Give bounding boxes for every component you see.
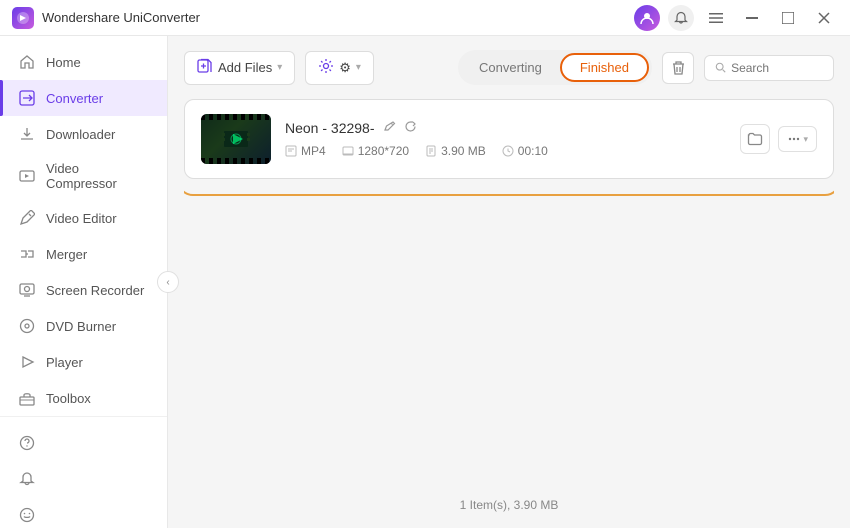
title-bar: Wondershare UniConverter (0, 0, 850, 36)
settings-label: ⚙ (339, 60, 351, 76)
sidebar-item-player[interactable]: Player (0, 344, 167, 380)
sidebar-item-converter-label: Converter (46, 91, 103, 106)
sidebar-item-toolbox[interactable]: Toolbox (0, 380, 167, 416)
sidebar-item-notification[interactable] (0, 461, 167, 497)
file-resolution: 1280*720 (358, 144, 409, 158)
file-duration: 00:10 (518, 144, 548, 158)
sidebar-item-video-editor-label: Video Editor (46, 211, 117, 226)
settings-icon (318, 58, 334, 78)
tab-finished[interactable]: Finished (560, 53, 649, 82)
toolbox-icon (18, 389, 36, 407)
video-compressor-icon (18, 167, 36, 185)
size-meta: 3.90 MB (425, 144, 486, 158)
duration-meta: 00:10 (502, 144, 548, 158)
add-files-dropdown-icon: ▾ (277, 62, 282, 73)
file-format: MP4 (301, 144, 326, 158)
add-files-button[interactable]: Add Files ▾ (184, 51, 295, 85)
dvd-burner-icon (18, 317, 36, 335)
downloader-icon (18, 125, 36, 143)
more-actions-button[interactable]: ▾ (778, 126, 817, 152)
refresh-icon[interactable] (404, 120, 417, 136)
converter-icon (18, 89, 36, 107)
notification-bell-icon (18, 470, 36, 488)
file-name: Neon - 32298- (285, 120, 375, 136)
merger-icon (18, 245, 36, 263)
collapse-sidebar-button[interactable]: ‹ (157, 271, 179, 293)
app-logo (12, 7, 34, 29)
sidebar-item-home[interactable]: Home (0, 44, 167, 80)
player-icon (18, 353, 36, 371)
title-bar-icons (634, 4, 838, 32)
minimize-button[interactable] (738, 4, 766, 32)
sidebar-item-merger[interactable]: Merger (0, 236, 167, 272)
search-box[interactable] (704, 55, 834, 81)
notification-icon[interactable] (668, 5, 694, 31)
sidebar-item-screen-recorder-label: Screen Recorder (46, 283, 144, 298)
file-meta: MP4 1280*720 (285, 144, 726, 158)
video-editor-icon (18, 209, 36, 227)
sidebar: Home Converter Downloader (0, 36, 168, 528)
file-name-row: Neon - 32298- (285, 120, 726, 136)
search-input[interactable] (731, 61, 823, 75)
main-layout: Home Converter Downloader (0, 36, 850, 528)
film-icon (222, 125, 250, 153)
file-size: 3.90 MB (441, 144, 486, 158)
maximize-button[interactable] (774, 4, 802, 32)
resolution-icon (342, 145, 354, 157)
help-icon (18, 434, 36, 452)
sidebar-item-video-compressor[interactable]: Video Compressor (0, 152, 167, 200)
sidebar-item-home-label: Home (46, 55, 81, 70)
format-meta: MP4 (285, 144, 326, 158)
menu-button[interactable] (702, 4, 730, 32)
close-button[interactable] (810, 4, 838, 32)
sidebar-item-feedback[interactable] (0, 497, 167, 528)
sidebar-item-help[interactable] (0, 425, 167, 461)
settings-button[interactable]: ⚙ ▾ (305, 51, 374, 85)
sidebar-item-merger-label: Merger (46, 247, 87, 262)
edit-icon[interactable] (383, 120, 396, 136)
tab-group: Converting Finished (458, 50, 652, 85)
home-icon (18, 53, 36, 71)
format-icon (285, 145, 297, 157)
sidebar-item-converter[interactable]: Converter (0, 80, 167, 116)
file-actions: ▾ (740, 124, 817, 154)
tab-converting[interactable]: Converting (461, 53, 560, 82)
sidebar-item-player-label: Player (46, 355, 83, 370)
file-thumbnail (201, 114, 271, 164)
settings-dropdown-icon: ▾ (356, 62, 361, 73)
status-bar: 1 Item(s), 3.90 MB (184, 490, 834, 514)
more-actions-chevron: ▾ (803, 134, 808, 145)
open-folder-button[interactable] (740, 124, 770, 154)
sidebar-item-dvd-burner[interactable]: DVD Burner (0, 308, 167, 344)
sidebar-item-dvd-burner-label: DVD Burner (46, 319, 116, 334)
sidebar-item-screen-recorder[interactable]: Screen Recorder (0, 272, 167, 308)
file-list: Neon - 32298- (184, 99, 834, 490)
duration-icon (502, 145, 514, 157)
sidebar-item-video-compressor-label: Video Compressor (46, 161, 149, 191)
content-area: Add Files ▾ ⚙ ▾ Converting (168, 36, 850, 528)
sidebar-item-video-editor[interactable]: Video Editor (0, 200, 167, 236)
add-files-icon (197, 58, 213, 78)
sidebar-item-downloader-label: Downloader (46, 127, 115, 142)
file-card: Neon - 32298- (184, 99, 834, 179)
toolbar: Add Files ▾ ⚙ ▾ Converting (184, 50, 834, 85)
sidebar-item-toolbox-label: Toolbox (46, 391, 91, 406)
title-bar-left: Wondershare UniConverter (12, 7, 200, 29)
sidebar-bottom (0, 416, 167, 528)
size-icon (425, 145, 437, 157)
status-text: 1 Item(s), 3.90 MB (460, 498, 559, 512)
delete-button[interactable] (662, 52, 694, 84)
screen-recorder-icon (18, 281, 36, 299)
search-icon (715, 61, 726, 74)
sidebar-item-downloader[interactable]: Downloader (0, 116, 167, 152)
feedback-icon (18, 506, 36, 524)
user-avatar[interactable] (634, 5, 660, 31)
app-title: Wondershare UniConverter (42, 10, 200, 25)
resolution-meta: 1280*720 (342, 144, 409, 158)
file-info: Neon - 32298- (285, 120, 726, 158)
add-files-label: Add Files (218, 60, 272, 75)
